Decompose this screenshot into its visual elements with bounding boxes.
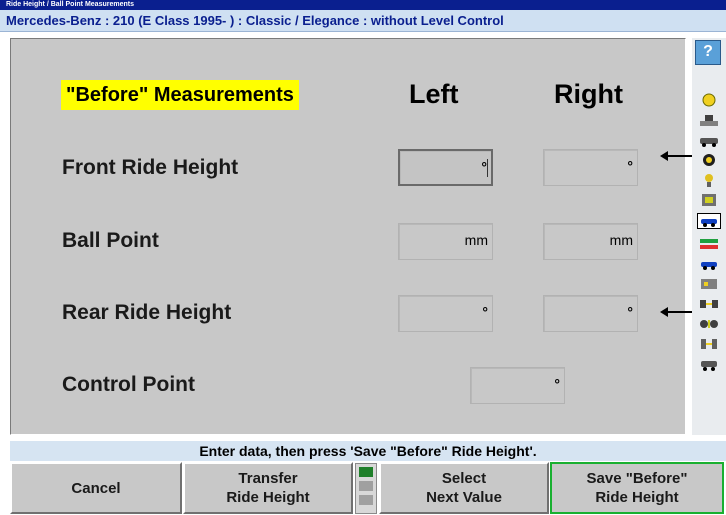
control-point-field[interactable]: ° [470,367,565,404]
vehicle-info-bar: Mercedes-Benz : 210 (E Class 1995- ) : C… [0,10,726,32]
degree-unit: ° [482,304,488,320]
select-next-value-button[interactable]: Select Next Value [379,462,549,514]
sensor-icon[interactable] [697,192,721,208]
select-next-button-label: Select Next Value [426,470,502,506]
tire-icon[interactable] [697,152,721,168]
report-icon[interactable] [697,358,721,374]
ball-point-left-field[interactable]: mm [398,223,493,260]
control-point-label: Control Point [62,373,195,396]
mm-unit: mm [464,232,488,248]
page-indicator-active [359,467,373,477]
transfer-button-label: Transfer Ride Height [226,470,310,506]
front-ride-height-right-field[interactable]: ° [543,149,638,186]
vehicle-icon[interactable] [697,132,721,148]
transfer-ride-height-button[interactable]: Transfer Ride Height [183,462,353,514]
ball-point-right-field[interactable]: mm [543,223,638,260]
save-before-ride-height-button[interactable]: Save "Before" Ride Height [550,462,724,514]
car-selected-icon[interactable] [697,213,721,229]
alignment-icon[interactable] [697,236,721,252]
page-indicator-pip [359,481,373,491]
text-caret [487,159,488,177]
front-ride-height-left-field[interactable]: ° [398,149,493,186]
page-indicator-pip [359,495,373,505]
cancel-button-label: Cancel [71,479,121,497]
chassis-icon[interactable] [697,296,721,312]
rear-ride-height-right-field[interactable]: ° [543,295,638,332]
rear-ride-height-label: Rear Ride Height [62,301,232,324]
lift-icon[interactable] [697,112,721,128]
ride-height-icon[interactable] [697,92,721,108]
angle-icon[interactable] [697,256,721,272]
measurement-panel: "Before" Measurements Left Right Front R… [10,38,686,435]
tools-icon[interactable] [697,336,721,352]
degree-unit: ° [627,304,633,320]
cancel-button[interactable]: Cancel [10,462,182,514]
page-indicator [355,463,377,514]
front-ride-height-label: Front Ride Height [62,156,239,179]
save-button-label: Save "Before" Ride Height [586,470,688,506]
window-title-bar: Ride Height / Ball Point Measurements [0,0,726,10]
instruction-bar: Enter data, then press 'Save "Before" Ri… [10,441,726,461]
right-column-header: Right [554,79,623,109]
degree-unit: ° [627,158,633,174]
degree-unit: ° [554,376,560,392]
mm-unit: mm [609,232,633,248]
rear-ride-height-left-field[interactable]: ° [398,295,493,332]
measure-icon[interactable] [697,172,721,188]
gauge-icon[interactable] [697,276,721,292]
wheel-pair-icon[interactable] [697,316,721,332]
before-measurements-heading: "Before" Measurements [61,80,299,110]
help-icon: ? [703,43,713,60]
help-button[interactable]: ? [695,40,721,65]
left-column-header: Left [409,79,459,109]
ball-point-label: Ball Point [62,229,159,252]
